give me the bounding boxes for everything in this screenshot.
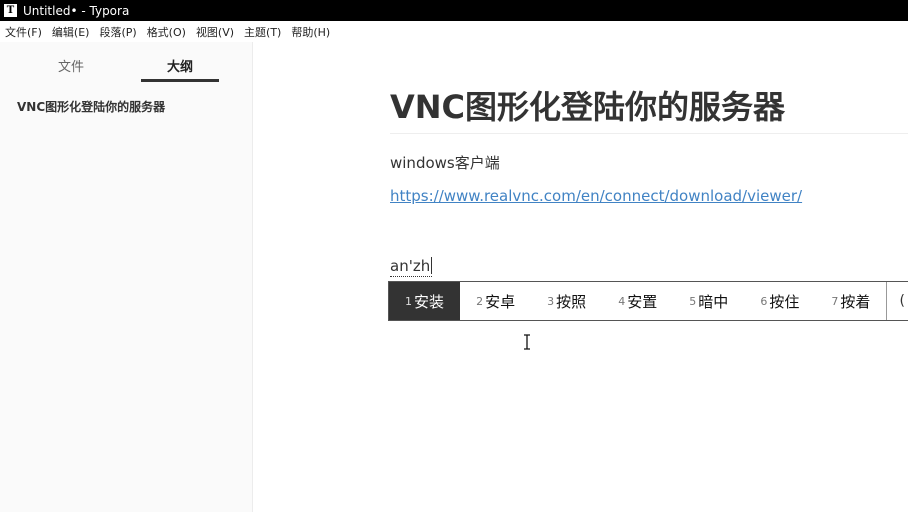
ime-candidate-1[interactable]: 1 安装 (389, 282, 461, 320)
menu-format[interactable]: 格式(O) (142, 21, 191, 42)
sidebar-tabs: 文件 大纲 (0, 42, 252, 84)
heading-divider (390, 133, 908, 134)
ime-candidate-4[interactable]: 4 安置 (602, 282, 673, 320)
composition-string: an'zh (390, 257, 431, 275)
menu-theme[interactable]: 主题(T) (239, 21, 286, 42)
ime-candidate-3[interactable]: 3 按照 (531, 282, 602, 320)
typora-app-icon: T (4, 4, 17, 17)
window-title: Untitled• - Typora (23, 3, 130, 18)
candidate-text: 按着 (840, 292, 871, 311)
ime-candidate-bar: 1 安装 2 安卓 3 按照 4 安置 5 暗中 6 按住 7 按着 ( (388, 281, 908, 321)
download-link[interactable]: https://www.realvnc.com/en/connect/downl… (390, 187, 802, 205)
ime-composition-text[interactable]: an'zh (390, 257, 433, 277)
candidate-number: 1 (405, 294, 413, 308)
tab-outline[interactable]: 大纲 (140, 56, 220, 75)
candidate-number: 7 (831, 294, 839, 308)
sidebar: 文件 大纲 VNC图形化登陆你的服务器 (0, 42, 253, 512)
candidate-number: 2 (476, 294, 484, 308)
menu-paragraph[interactable]: 段落(P) (94, 21, 141, 42)
ime-candidate-5[interactable]: 5 暗中 (673, 282, 744, 320)
candidate-text: 按住 (769, 292, 800, 311)
menu-edit[interactable]: 编辑(E) (47, 21, 95, 42)
candidate-number: 4 (618, 294, 626, 308)
ime-candidate-6[interactable]: 6 按住 (744, 282, 815, 320)
typora-window: T Untitled• - Typora 文件(F) 编辑(E) 段落(P) 格… (0, 0, 908, 512)
candidate-text: 安装 (414, 292, 445, 311)
active-tab-indicator (141, 79, 219, 82)
title-bar: T Untitled• - Typora (0, 0, 908, 21)
candidate-text: 安置 (627, 292, 658, 311)
ime-more-button[interactable]: ( (886, 282, 908, 320)
ime-candidate-7[interactable]: 7 按着 (815, 282, 886, 320)
menu-view[interactable]: 视图(V) (191, 21, 239, 42)
candidate-number: 6 (760, 294, 768, 308)
ime-candidate-2[interactable]: 2 安卓 (460, 282, 531, 320)
paragraph-text: windows客户端 (390, 154, 500, 172)
tab-files[interactable]: 文件 (31, 56, 111, 75)
candidate-text: 暗中 (698, 292, 729, 311)
menu-bar: 文件(F) 编辑(E) 段落(P) 格式(O) 视图(V) 主题(T) 帮助(H… (0, 21, 908, 42)
menu-file[interactable]: 文件(F) (0, 21, 47, 42)
text-caret (431, 257, 433, 274)
editor-area[interactable]: VNC图形化登陆你的服务器 windows客户端 https://www.rea… (253, 42, 908, 512)
candidate-number: 3 (547, 294, 555, 308)
document-heading: VNC图形化登陆你的服务器 (390, 88, 786, 126)
ibeam-cursor-icon (524, 334, 530, 350)
candidate-text: 安卓 (485, 292, 516, 311)
outline-item-heading[interactable]: VNC图形化登陆你的服务器 (17, 98, 165, 115)
candidate-text: 按照 (556, 292, 587, 311)
menu-help[interactable]: 帮助(H) (286, 21, 335, 42)
candidate-number: 5 (689, 294, 697, 308)
